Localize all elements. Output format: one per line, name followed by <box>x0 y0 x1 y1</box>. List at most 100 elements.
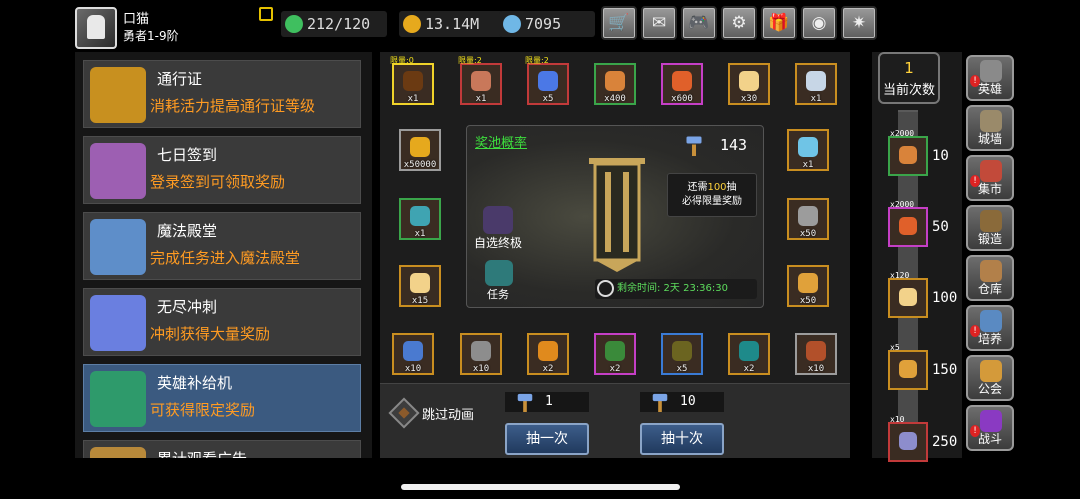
reward-slot-feather[interactable]: x1 <box>795 63 837 105</box>
draw-bar: 跳过动画 1 10 抽一次 抽十次 <box>380 383 850 458</box>
menu-item-2[interactable]: 七日签到 登录签到可领取奖励 <box>83 136 361 204</box>
milestone-threshold: 150 <box>932 362 958 378</box>
egg-icon <box>739 71 759 91</box>
menu-item-title: 魔法殿堂 <box>157 222 218 240</box>
shop-button[interactable]: 🛒 <box>601 6 637 40</box>
nav-label: 城墙 <box>977 132 1002 146</box>
nav-flask[interactable]: 培养! <box>966 305 1014 351</box>
reward-slot-golden-egg[interactable]: x15 <box>399 265 441 307</box>
reward-slot-sapphire[interactable]: x1 <box>787 129 829 171</box>
nav-warehouse[interactable]: 仓库 <box>966 255 1014 301</box>
nav-portal[interactable]: 战斗! <box>966 405 1014 451</box>
menu-item-4[interactable]: 无尽冲刺 冲刺获得大量奖励 <box>83 288 361 356</box>
effects-button[interactable]: ✷ <box>841 6 877 40</box>
menu-item-1[interactable]: 通行证 消耗活力提高通行证等级 <box>83 60 361 128</box>
green-rune-icon <box>605 341 625 361</box>
reward-slot-blue-star[interactable]: x5 限量:2 <box>525 56 569 105</box>
stamina-display[interactable]: 212/120 <box>281 11 387 37</box>
guarantee-tooltip: 还需100抽 必得限量奖励 <box>667 173 757 217</box>
menu-item-title: 英雄补给机 <box>157 374 233 392</box>
gamepad-button[interactable]: 🎮 <box>681 6 717 40</box>
ten-cost-value: 10 <box>680 394 696 409</box>
boss-select-icon[interactable] <box>483 206 513 234</box>
nav-knight-helmet[interactable]: 英雄! <box>966 55 1014 101</box>
nav-anvil[interactable]: 锻造 <box>966 205 1014 251</box>
milestone-threshold: 100 <box>932 290 958 306</box>
reward-count: x1 <box>475 94 487 104</box>
reward-slot-wand[interactable]: x50 <box>787 265 829 307</box>
sparkle-icon: ✷ <box>851 13 867 33</box>
tip-line2: 必得限量奖励 <box>682 196 742 207</box>
gift-button[interactable]: 🎁 <box>761 6 797 40</box>
draw-ten-button[interactable]: 抽十次 <box>640 423 724 455</box>
milestone-reward-150[interactable]: x5 <box>888 343 928 390</box>
hammer-icon <box>685 135 703 156</box>
reward-slot-orange-gem[interactable]: x2 <box>527 333 569 375</box>
hammer-count: 143 <box>720 136 748 154</box>
skip-animation-label[interactable]: 跳过动画 <box>422 404 474 423</box>
nav-castle-wall[interactable]: 城墙 <box>966 105 1014 151</box>
reward-slot-bone[interactable]: x400 <box>594 63 636 105</box>
reward-slot-dark-rune[interactable]: x5 <box>661 333 703 375</box>
reward-slot-teal-book[interactable]: x2 <box>728 333 770 375</box>
menu-item-6[interactable]: 累计观看广告 <box>83 440 361 458</box>
milestone-reward-50[interactable]: x2000 <box>888 200 928 247</box>
reward-slot-hammer[interactable]: x50 <box>787 198 829 240</box>
boss-select-label[interactable]: 自选终极 <box>474 234 522 251</box>
warehouse-icon <box>980 260 1002 282</box>
nav-market[interactable]: 集市! <box>966 155 1014 201</box>
prize-pool: 奖池概率 143 还需100抽 必得限量奖励 自选终极 任务 剩余时间: 2天 … <box>466 125 764 308</box>
reward-count: x50 <box>799 296 817 306</box>
menu-item-title: 累计观看广告 <box>157 448 247 458</box>
reward-slot-chest[interactable]: x1 <box>399 198 441 240</box>
diamond-display[interactable]: 7095 <box>499 11 595 37</box>
dark-rune-icon <box>672 341 692 361</box>
reward-count: x2 <box>542 364 554 374</box>
settings-button[interactable]: ⚙ <box>721 6 757 40</box>
golden-egg-icon <box>410 273 430 293</box>
reward-slot-totem[interactable]: x1 限量:0 <box>390 56 434 105</box>
menu-item-3[interactable]: 魔法殿堂完成任务进入魔法殿堂 <box>83 212 361 280</box>
color-wheel-button[interactable]: ◉ <box>801 6 837 40</box>
reward-slot-flame-ore[interactable]: x600 <box>661 63 703 105</box>
reward-slot-blue-ore[interactable]: x10 <box>392 333 434 375</box>
home-indicator[interactable] <box>401 484 680 490</box>
reward-slot-red-book[interactable]: x10 <box>795 333 837 375</box>
diamond-value: 7095 <box>525 15 562 33</box>
draw-once-button[interactable]: 抽一次 <box>505 423 589 455</box>
tv-icon <box>90 447 146 458</box>
reward-slot-green-rune[interactable]: x2 <box>594 333 636 375</box>
current-count-label: 当前次数 <box>882 83 935 98</box>
pool-probability-link[interactable]: 奖池概率 <box>475 132 527 151</box>
reward-slot-scroll[interactable]: x1 限量:2 <box>458 56 502 105</box>
menu-item-5[interactable]: 英雄补给机 可获得限定奖励 <box>83 364 361 432</box>
nav-guild[interactable]: 公会 <box>966 355 1014 401</box>
reward-count: x2 <box>609 364 621 374</box>
blue-flame-icon <box>90 295 146 351</box>
milestone-reward-250[interactable]: x10 <box>888 415 928 462</box>
gold-display[interactable]: 13.14M <box>399 11 503 37</box>
menu-item-desc: 完成任务进入魔法殿堂 <box>150 249 301 267</box>
reward-slot-egg[interactable]: x30 <box>728 63 770 105</box>
anvil-icon <box>980 210 1002 232</box>
milestone-reward-100[interactable]: x120 <box>888 271 928 318</box>
player-rank: 勇者1-9阶 <box>123 29 179 43</box>
reward-count: x10 <box>472 364 490 374</box>
reward-slot-gold-coin[interactable]: x50000 <box>399 129 441 171</box>
reward-slot-war-hammer[interactable]: x10 <box>460 333 502 375</box>
gold-coin-icon <box>410 137 430 157</box>
single-cost: 1 <box>505 392 589 412</box>
milestone-item-icon <box>899 288 917 306</box>
task-icon[interactable] <box>485 260 513 286</box>
teal-book-icon <box>739 341 759 361</box>
mail-button[interactable]: ✉ <box>641 6 677 40</box>
flask-icon <box>980 310 1002 332</box>
chest-icon <box>410 206 430 226</box>
milestone-item-icon <box>899 217 917 235</box>
edit-icon[interactable] <box>259 7 273 21</box>
skip-animation-checkbox[interactable] <box>388 397 420 429</box>
milestone-reward-10[interactable]: x2000 <box>888 129 928 176</box>
player-avatar[interactable] <box>75 7 117 49</box>
limit-badge: 限量:2 <box>525 56 549 65</box>
task-label[interactable]: 任务 <box>487 286 509 302</box>
